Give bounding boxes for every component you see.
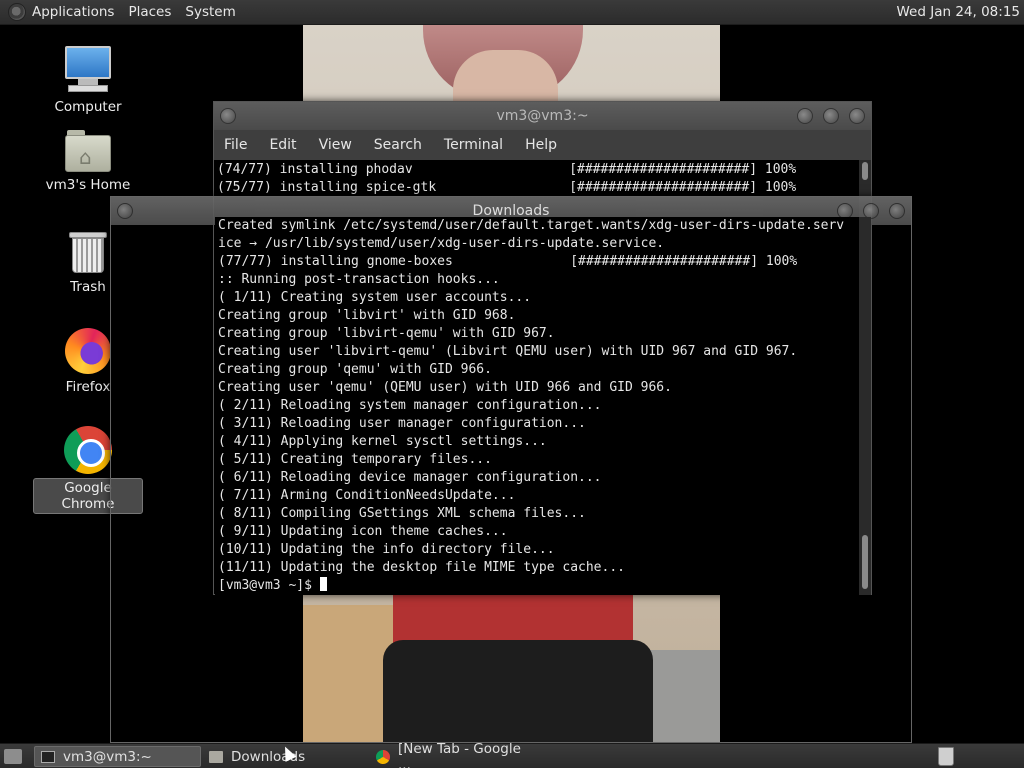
desktop-icon-home[interactable]: ⌂ vm3's Home (33, 130, 143, 194)
terminal-line: ( 5/11) Creating temporary files... (218, 452, 492, 467)
top-panel: Applications Places System Wed Jan 24, 0… (0, 0, 1024, 25)
terminal-line: (75/77) installing spice-gtk [##########… (217, 180, 797, 195)
taskbar-item-label: vm3@vm3:~ (63, 748, 152, 765)
scrollbar[interactable] (859, 217, 871, 595)
terminal-line: (74/77) installing phodav [#############… (217, 162, 797, 177)
terminal-line: Created symlink /etc/systemd/user/defaul… (218, 218, 845, 233)
close-icon[interactable] (889, 203, 905, 219)
clock[interactable]: Wed Jan 24, 08:15 (897, 4, 1021, 20)
terminal-line: (11/11) Updating the desktop file MIME t… (218, 560, 625, 575)
window-titlebar[interactable]: vm3@vm3:~ (214, 102, 871, 130)
terminal-line: ( 2/11) Reloading system manager configu… (218, 398, 602, 413)
terminal-line: Creating group 'qemu' with GID 966. (218, 362, 492, 377)
desktop-icon-computer[interactable]: Computer (33, 46, 143, 116)
minimize-icon[interactable] (797, 108, 813, 124)
home-folder-icon: ⌂ (65, 130, 111, 172)
show-desktop-icon[interactable] (4, 749, 22, 764)
terminal-line: :: Running post-transaction hooks... (218, 272, 500, 287)
menu-terminal[interactable]: Terminal (444, 137, 503, 153)
chrome-icon (376, 749, 390, 764)
places-menu[interactable]: Places (128, 4, 171, 20)
scrollbar-thumb[interactable] (862, 162, 868, 180)
terminal-line: ( 6/11) Reloading device manager configu… (218, 470, 602, 485)
scrollbar-thumb[interactable] (862, 535, 868, 589)
taskbar-item-label: [New Tab - Google ... (397, 740, 521, 768)
terminal-line: Creating user 'libvirt-qemu' (Libvirt QE… (218, 344, 798, 359)
terminal-line: (10/11) Updating the info directory file… (218, 542, 555, 557)
terminal-menubar: File Edit View Search Terminal Help (214, 130, 871, 160)
terminal-line: Creating group 'libvirt-qemu' with GID 9… (218, 326, 555, 341)
terminal-line: ( 9/11) Updating icon theme caches... (218, 524, 508, 539)
firefox-icon (65, 328, 111, 374)
chrome-icon (64, 426, 112, 474)
desktop-icon-label: Trash (70, 279, 106, 295)
taskbar-item-terminal[interactable]: vm3@vm3:~ (34, 746, 201, 767)
maximize-icon[interactable] (823, 108, 839, 124)
terminal-line: ( 3/11) Reloading user manager configura… (218, 416, 586, 431)
terminal-line: ( 7/11) Arming ConditionNeedsUpdate... (218, 488, 516, 503)
system-menu[interactable]: System (185, 4, 235, 20)
desktop-icon-label: Computer (54, 99, 122, 115)
menu-help[interactable]: Help (525, 137, 557, 153)
desktop-icon-label: vm3's Home (45, 177, 131, 193)
terminal-icon (41, 750, 55, 763)
menu-view[interactable]: View (319, 137, 352, 153)
shell-prompt: [vm3@vm3 ~]$ (218, 578, 320, 593)
window-title: vm3@vm3:~ (496, 108, 589, 124)
terminal-line: ( 4/11) Applying kernel sysctl settings.… (218, 434, 547, 449)
distro-logo-icon[interactable] (8, 3, 26, 21)
bottom-panel: vm3@vm3:~ Downloads [New Tab - Google ..… (0, 741, 1024, 768)
terminal-line: (77/77) installing gnome-boxes [########… (218, 254, 798, 269)
text-cursor (319, 577, 327, 591)
menu-file[interactable]: File (224, 137, 247, 153)
trash-applet-icon[interactable] (938, 747, 954, 766)
window-menu-icon[interactable] (117, 203, 133, 219)
folder-icon (209, 750, 223, 763)
terminal-line: Creating group 'libvirt' with GID 968. (218, 308, 516, 323)
terminal-line: ice → /usr/lib/systemd/user/xdg-user-dir… (218, 236, 665, 251)
terminal-prompt-line[interactable]: [vm3@vm3 ~]$ (218, 577, 871, 595)
computer-icon (64, 46, 112, 94)
taskbar-item-chrome[interactable]: [New Tab - Google ... (370, 741, 538, 768)
terminal-line: ( 8/11) Compiling GSettings XML schema f… (218, 506, 586, 521)
terminal-output-front[interactable]: Created symlink /etc/systemd/user/defaul… (215, 217, 871, 595)
window-menu-icon[interactable] (220, 108, 236, 124)
terminal-window-front[interactable]: Downloads Created symlink /etc/systemd/u… (110, 196, 912, 743)
terminal-line: Creating user 'qemu' (QEMU user) with UI… (218, 380, 672, 395)
menu-search[interactable]: Search (374, 137, 422, 153)
terminal-line: ( 1/11) Creating system user accounts... (218, 290, 532, 305)
menu-edit[interactable]: Edit (269, 137, 296, 153)
applications-menu[interactable]: Applications (32, 4, 114, 20)
desktop-icon-label: Firefox (65, 379, 111, 395)
close-icon[interactable] (849, 108, 865, 124)
trash-icon (69, 230, 107, 274)
